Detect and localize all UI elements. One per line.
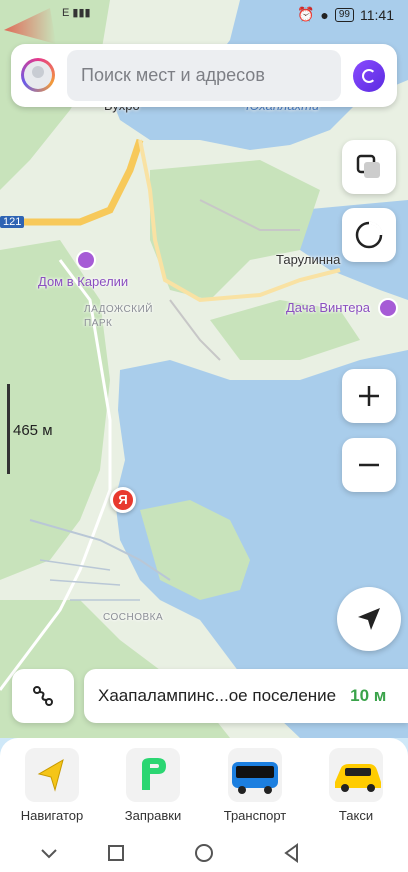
map-label-dacha-vintera: Дача Винтера <box>286 300 370 315</box>
recent-apps-icon[interactable] <box>105 842 127 864</box>
layers-button[interactable] <box>342 140 396 194</box>
services-panel: Навигатор Заправки Транспорт Такси <box>0 738 408 832</box>
map-label-sosnovka: СОСНОВКА <box>103 612 164 623</box>
search-bar: Поиск мест и адресов <box>11 44 397 107</box>
search-input[interactable]: Поиск мест и адресов <box>67 50 341 101</box>
my-location-button[interactable] <box>337 587 401 651</box>
taxi-icon <box>329 748 383 802</box>
system-navigation-bar <box>0 832 408 872</box>
profile-icon <box>24 61 52 89</box>
current-address-bar[interactable]: Хаапалампинс...ое поселение 10 м <box>84 669 408 723</box>
network-type: E <box>62 7 70 19</box>
layers-icon <box>356 154 380 178</box>
arrow-navigation-icon <box>358 608 380 630</box>
alice-voice-assistant-icon[interactable] <box>353 60 385 92</box>
route-button[interactable] <box>12 669 74 723</box>
alarm-icon: ⏰ <box>296 6 315 22</box>
map-label-ladozhsky-park: ЛАДОЖСКИЙ ПАРК <box>84 304 153 329</box>
map-label-dom-v-karelii: Дом в Карелии <box>38 274 129 289</box>
signal-icon: ▮▮▮ <box>72 7 91 19</box>
service-taxi[interactable]: Такси <box>316 748 396 823</box>
distance-text: 10 м <box>350 686 387 705</box>
clock: 11:41 <box>360 6 394 23</box>
service-label: Транспорт <box>223 808 287 823</box>
home-icon[interactable] <box>193 842 215 864</box>
road-number-badge: 121 <box>0 216 25 228</box>
address-text: Хаапалампинс...ое поселение <box>98 686 337 705</box>
chevron-down-icon[interactable] <box>38 842 60 864</box>
signal-indicator: E ▮▮▮ <box>62 6 91 19</box>
service-label: Навигатор <box>20 808 84 823</box>
bus-icon <box>228 748 282 802</box>
zoom-out-button[interactable] <box>342 438 396 492</box>
service-fuel[interactable]: Заправки <box>113 748 193 823</box>
map-label-tarulinna: Тарулинна <box>276 252 341 267</box>
location-icon: ● <box>320 6 329 23</box>
plus-icon <box>359 386 379 406</box>
scale-label: 465 м <box>13 422 53 439</box>
status-bar: E ▮▮▮ ⏰ ● 99 11:41 <box>0 0 408 30</box>
fuel-icon <box>126 748 180 802</box>
navigator-icon <box>25 748 79 802</box>
service-transport[interactable]: Транспорт <box>215 748 295 823</box>
avatar[interactable] <box>21 58 55 92</box>
route-icon <box>33 686 53 706</box>
hotel-poi-icon[interactable] <box>76 250 96 270</box>
battery-icon: 99 <box>334 7 354 22</box>
service-label: Заправки <box>124 808 182 823</box>
scale-bar <box>7 384 10 474</box>
service-navigator[interactable]: Навигатор <box>12 748 92 823</box>
alice-button[interactable] <box>342 208 396 262</box>
minus-icon <box>359 463 379 467</box>
back-icon[interactable] <box>281 842 303 864</box>
circle-icon <box>355 221 383 249</box>
user-location-marker[interactable]: Я <box>110 487 136 513</box>
service-label: Такси <box>338 808 374 823</box>
hotel-poi-icon[interactable] <box>378 298 398 318</box>
zoom-in-button[interactable] <box>342 369 396 423</box>
